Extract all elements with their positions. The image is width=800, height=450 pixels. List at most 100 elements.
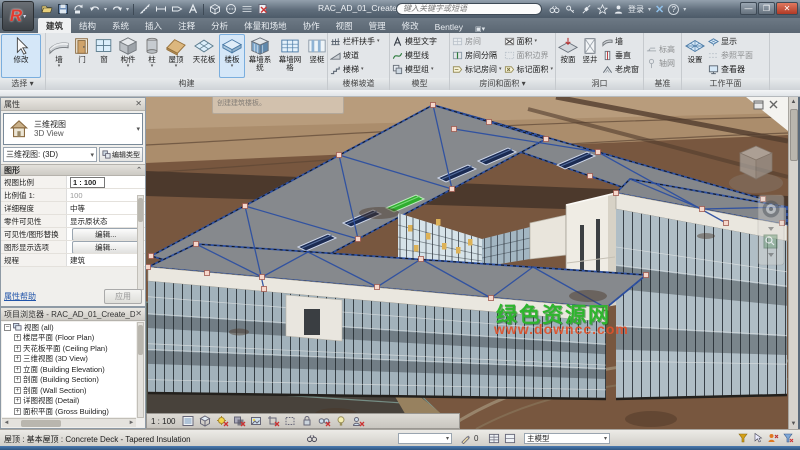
crop-view-icon[interactable] (266, 415, 280, 428)
save-icon[interactable] (56, 3, 69, 16)
project-browser-close-icon[interactable]: ✕ (135, 310, 142, 318)
roof-grip[interactable] (260, 275, 265, 280)
ribbon-button-参照平面[interactable]: 参照平面 (707, 48, 763, 62)
ribbon-button-标记房间[interactable]: 标记房间▾ (451, 62, 503, 76)
key-icon[interactable] (564, 3, 576, 15)
roof-grip[interactable] (262, 287, 267, 292)
visual-style-icon[interactable] (198, 415, 212, 428)
ribbon-button-查看器[interactable]: 查看器 (707, 62, 763, 76)
panel-label-circulation[interactable]: 楼梯坡道 (328, 78, 389, 90)
property-value-详细程度[interactable]: 中等 (67, 202, 145, 214)
transfer-icon[interactable] (72, 3, 85, 16)
exclude-options-icon[interactable] (767, 432, 779, 446)
ribbon-button-模型文字[interactable]: 模型文字 (391, 34, 437, 48)
tree-item-剖面 (Building Section)[interactable]: +剖面 (Building Section) (2, 375, 136, 386)
shadows-icon[interactable] (232, 415, 246, 428)
roof-grip[interactable] (243, 204, 248, 209)
login-caret-icon[interactable]: ▾ (648, 6, 651, 13)
ribbon-button-老虎窗[interactable]: 老虎窗 (601, 62, 641, 76)
ribbon-button-按面[interactable]: 按面 (557, 34, 579, 78)
undo-icon[interactable] (88, 3, 101, 16)
redo-icon[interactable] (110, 3, 123, 16)
tree-item-详图视图 (Detail)[interactable]: +详图视图 (Detail) (2, 396, 136, 407)
favorites-star-icon[interactable] (596, 3, 608, 15)
view-scale-button[interactable]: 1 : 100 (151, 417, 175, 426)
sun-path-icon[interactable] (215, 415, 229, 428)
roof-grip[interactable] (452, 127, 457, 132)
design-options-icon[interactable] (504, 433, 516, 446)
ribbon-button-面积[interactable]: 面积▾ (503, 34, 555, 48)
tree-item-剖面 (Wall Section)[interactable]: +剖面 (Wall Section) (2, 385, 136, 396)
roof-grip[interactable] (644, 273, 649, 278)
property-value-视图比例[interactable]: 1 : 100 (67, 176, 145, 188)
ribbon-button-柱[interactable]: 柱▾ (141, 34, 163, 78)
tree-item-楼层平面 (Floor Plan)[interactable]: +楼层平面 (Floor Plan) (2, 333, 136, 344)
roof-grip[interactable] (194, 242, 199, 247)
roof-grip[interactable] (588, 174, 593, 179)
user-icon[interactable] (612, 3, 624, 15)
tab-视图[interactable]: 视图 (328, 18, 361, 33)
roof-grip[interactable] (614, 191, 619, 196)
ribbon-button-坡道[interactable]: 坡道 (329, 48, 359, 62)
tab-系统[interactable]: 系统 (104, 18, 137, 33)
edit-type-button[interactable]: 编辑类型 (99, 147, 143, 162)
ribbon-button-设置[interactable]: 设置 (683, 34, 707, 78)
close-button[interactable]: ✕ (776, 2, 798, 15)
open-icon[interactable] (40, 3, 53, 16)
apply-button[interactable]: 应用 (104, 289, 142, 304)
panel-label-select[interactable]: 选择 ▾ (0, 78, 45, 90)
ribbon-button-面积边界[interactable]: 面积边界 (503, 48, 555, 62)
ribbon-button-轴网[interactable]: 轴网 (645, 56, 675, 70)
application-menu-button[interactable]: R▾ (2, 1, 34, 31)
ribbon-button-构件[interactable]: 构件▾ (115, 34, 141, 78)
help-caret-icon[interactable]: ▾ (683, 6, 686, 13)
tree-root-views[interactable]: −视图 (all) (2, 322, 136, 333)
roof-grip[interactable] (700, 207, 705, 212)
roof-grip[interactable] (487, 120, 492, 125)
roof-grip[interactable] (544, 137, 549, 142)
search-binoculars-icon[interactable] (548, 3, 560, 15)
property-value-可见性/图形替换[interactable]: 编辑... (67, 228, 145, 240)
ribbon-display-toggle-icon[interactable]: ▣▾ (475, 25, 485, 33)
ribbon-button-竖梃[interactable]: 竖梃 (305, 34, 327, 78)
tree-item-三维视图 (3D View)[interactable]: +三维视图 (3D View) (2, 354, 136, 365)
roof-grip[interactable] (149, 254, 154, 259)
ribbon-button-墙[interactable]: 墙 (601, 34, 641, 48)
text-icon[interactable] (186, 3, 199, 16)
tree-item-面积平面 (Gross Building)[interactable]: +面积平面 (Gross Building) (2, 406, 136, 417)
tab-修改[interactable]: 修改 (394, 18, 427, 33)
lock-3d-view-icon[interactable] (300, 415, 314, 428)
tab-体量和场地[interactable]: 体量和场地 (236, 18, 295, 33)
roof-grip[interactable] (356, 237, 361, 242)
worksets-icon[interactable] (488, 433, 500, 446)
ribbon-button-墙[interactable]: 墙▾ (47, 34, 71, 78)
panel-label-opening[interactable]: 洞口 (556, 78, 643, 90)
tag-icon[interactable] (170, 3, 183, 16)
panel-label-build[interactable]: 构建 (46, 78, 327, 90)
panel-label-room-area[interactable]: 房间和面积 ▾ (450, 78, 555, 90)
navigation-bar[interactable] (758, 195, 784, 265)
roof-grip[interactable] (724, 221, 729, 226)
roof-grip[interactable] (450, 187, 455, 192)
ribbon-button-标记面积[interactable]: 标记面积▾ (503, 62, 555, 76)
close-hidden-windows-icon[interactable] (256, 3, 269, 16)
default-3d-view-icon[interactable] (208, 3, 221, 16)
roof-grip[interactable] (596, 150, 601, 155)
ribbon-button-模型组[interactable]: 模型组▾ (391, 62, 434, 76)
property-value-图形显示选项[interactable]: 编辑... (67, 241, 145, 253)
measure-icon[interactable] (138, 3, 151, 16)
section-icon[interactable] (224, 3, 237, 16)
ribbon-button-垂直[interactable]: 垂直 (601, 48, 641, 62)
undo-caret-icon[interactable]: ▾ (104, 6, 107, 13)
ribbon-button-房间[interactable]: 房间 (451, 34, 503, 48)
restore-button[interactable]: ❐ (758, 2, 775, 15)
filter-icon[interactable] (782, 432, 794, 446)
detail-level-icon[interactable] (181, 415, 195, 428)
show-crop-region-icon[interactable] (283, 415, 297, 428)
tab-协作[interactable]: 协作 (295, 18, 328, 33)
tab-管理[interactable]: 管理 (361, 18, 394, 33)
tab-Bentley[interactable]: Bentley (427, 20, 471, 33)
tab-结构[interactable]: 结构 (71, 18, 104, 33)
instance-selector[interactable]: 三维视图: (3D)▾ (3, 147, 97, 162)
ribbon-button-天花板[interactable]: 天花板 (189, 34, 219, 78)
